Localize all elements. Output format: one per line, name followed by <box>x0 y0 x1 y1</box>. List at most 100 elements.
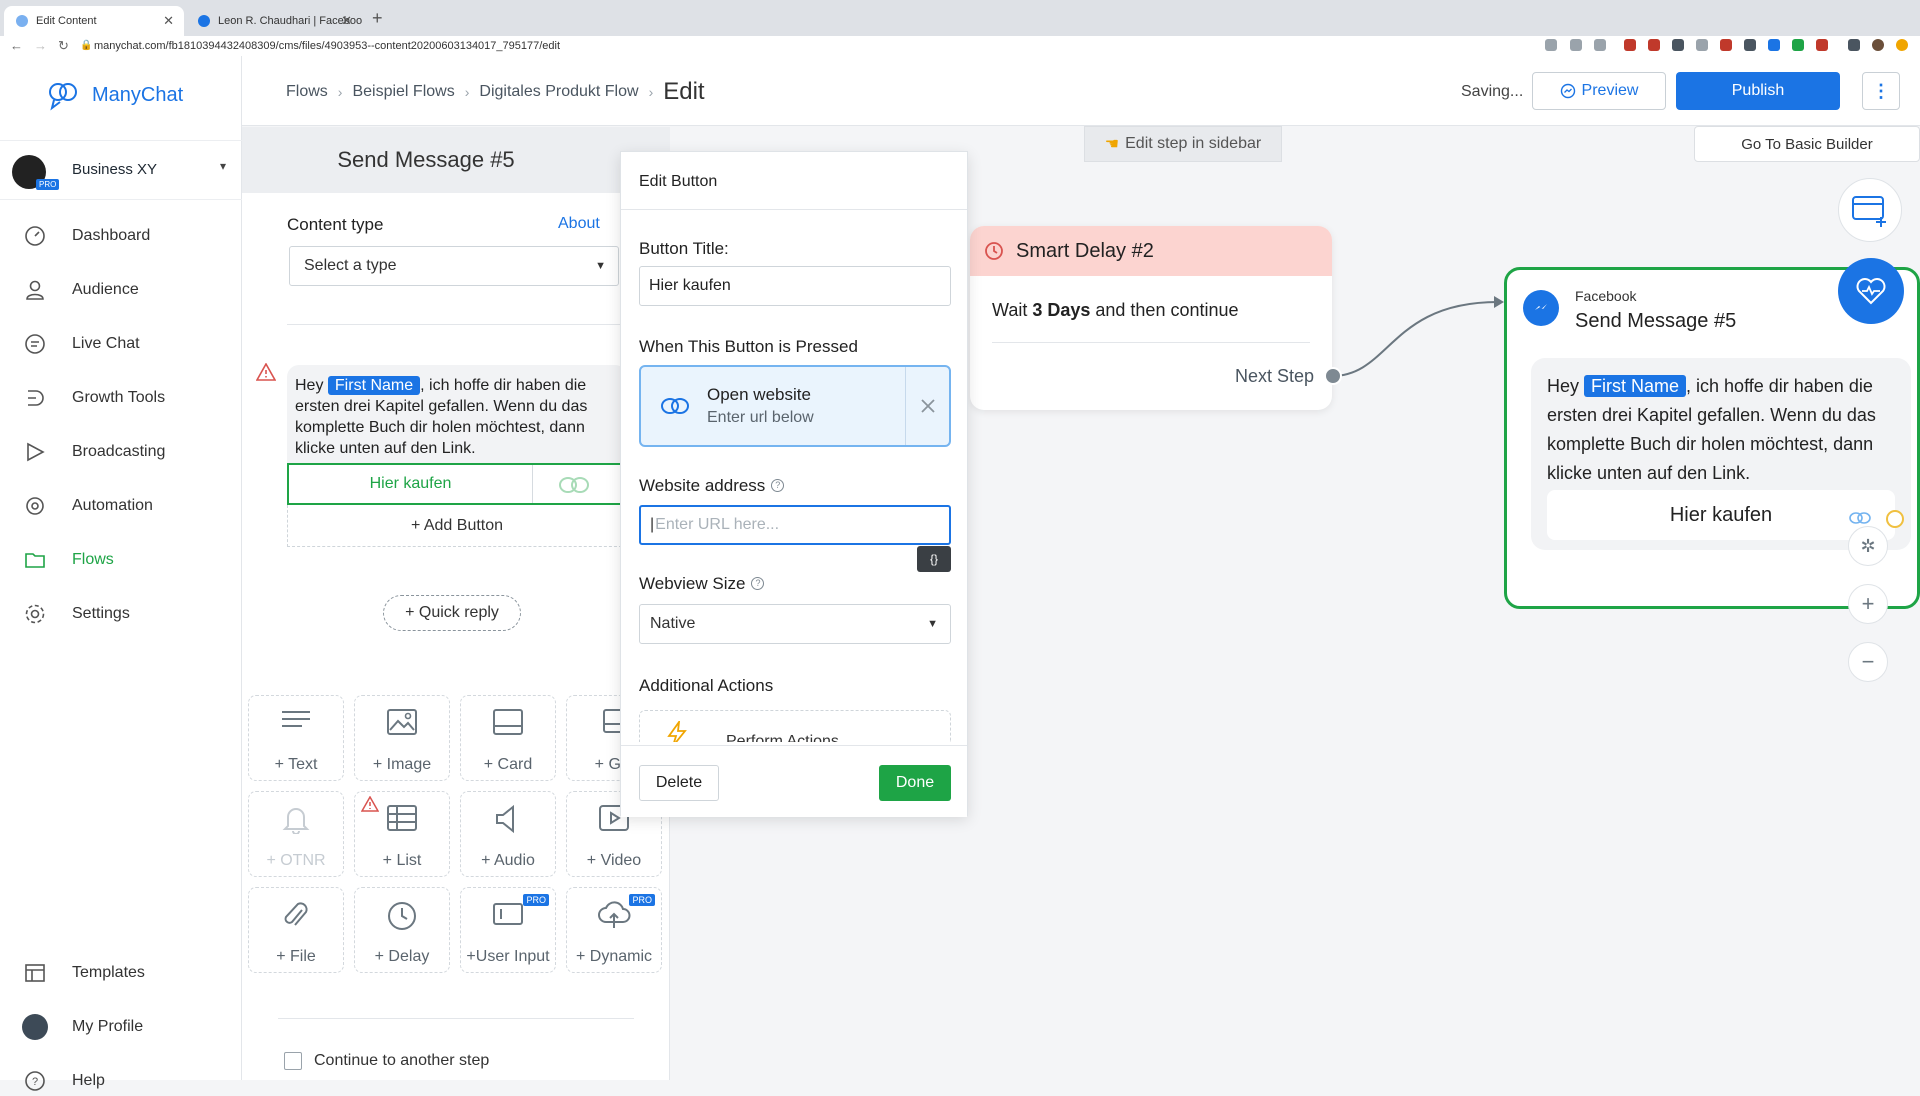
sidebar-item-growth-tools[interactable]: Growth Tools <box>22 383 165 413</box>
preview-button[interactable]: Preview <box>1532 72 1666 110</box>
publish-button[interactable]: Publish <box>1676 72 1840 110</box>
add-user-input-tile[interactable]: PRO +User Input <box>460 887 556 973</box>
card-icon <box>493 709 523 735</box>
perform-actions-button[interactable]: Perform Actions <box>639 710 951 742</box>
add-dynamic-tile[interactable]: PRO + Dynamic <box>566 887 662 973</box>
reload-icon[interactable]: ↻ <box>58 36 69 56</box>
help-icon: ? <box>22 1068 48 1094</box>
webview-size-select[interactable]: Native ▼ <box>639 604 951 644</box>
help-icon[interactable]: ? <box>751 577 765 590</box>
tab-close-icon[interactable]: ✕ <box>163 6 174 36</box>
message-text-block[interactable]: Hey First Name, ich hoffe dir haben die … <box>287 365 627 465</box>
delete-button[interactable]: Delete <box>639 765 719 801</box>
sidebar-item-broadcasting[interactable]: Broadcasting <box>22 437 165 467</box>
remove-action-button[interactable] <box>905 367 949 445</box>
tab-facebook[interactable]: Leon R. Chaudhari | Facebook ✕ <box>186 6 362 36</box>
open-website-action[interactable]: Open website Enter url below <box>639 365 951 447</box>
continue-checkbox[interactable] <box>284 1052 302 1070</box>
next-step-connector-handle[interactable] <box>1324 367 1342 385</box>
about-link[interactable]: About <box>558 215 600 233</box>
zoom-in-button[interactable]: + <box>1848 584 1888 624</box>
website-url-input[interactable]: | Enter URL here... <box>639 505 951 545</box>
sidebar-item-templates[interactable]: Templates <box>22 958 145 988</box>
button-connector-handle[interactable] <box>1886 510 1904 528</box>
profile-avatar[interactable] <box>1872 39 1884 51</box>
breadcrumb-flow[interactable]: Digitales Produkt Flow <box>479 83 638 101</box>
update-icon[interactable] <box>1896 39 1908 51</box>
new-tab-icon[interactable]: + <box>372 8 383 29</box>
health-check-button[interactable] <box>1838 258 1904 324</box>
sidebar-item-label: Settings <box>72 605 130 622</box>
preview-label: Preview <box>1581 82 1639 99</box>
message-button[interactable]: Hier kaufen <box>1547 490 1895 540</box>
logo[interactable]: ManyChat <box>46 78 183 112</box>
clock-icon <box>985 242 1003 260</box>
send-icon <box>22 439 48 465</box>
perform-actions-label: Perform Actions <box>726 733 839 742</box>
insert-variable-button[interactable]: {} <box>917 546 951 572</box>
extension-icon[interactable] <box>1720 39 1732 51</box>
add-image-tile[interactable]: + Image <box>354 695 450 781</box>
sidebar-item-help[interactable]: ? Help <box>22 1066 105 1096</box>
help-icon[interactable]: ? <box>771 479 785 492</box>
extension-icon[interactable] <box>1792 39 1804 51</box>
action-title: Open website <box>707 385 811 404</box>
add-card-tile[interactable]: + Card <box>460 695 556 781</box>
sidebar-item-my-profile[interactable]: My Profile <box>22 1012 143 1042</box>
growth-icon <box>22 385 48 411</box>
back-icon[interactable]: ← <box>10 36 23 56</box>
breadcrumb-beispiel-flows[interactable]: Beispiel Flows <box>352 83 454 101</box>
edit-button-modal: Edit Button Button Title: Hier kaufen Wh… <box>620 151 968 817</box>
star-icon[interactable] <box>1594 39 1606 51</box>
add-audio-tile[interactable]: + Audio <box>460 791 556 877</box>
extension-icon[interactable] <box>1648 39 1660 51</box>
translate-icon[interactable] <box>1545 39 1557 51</box>
extension-icon[interactable] <box>1816 39 1828 51</box>
content-type-select[interactable]: Select a type ▼ <box>289 246 619 286</box>
add-button[interactable]: + Add Button <box>287 505 627 547</box>
sidebar-item-live-chat[interactable]: Live Chat <box>22 329 140 359</box>
more-options-icon[interactable]: ⋮ <box>1862 72 1900 110</box>
zoom-out-button[interactable]: − <box>1848 642 1888 682</box>
sidebar-item-audience[interactable]: Audience <box>22 275 139 305</box>
extension-icon[interactable] <box>1624 39 1636 51</box>
quick-reply-button[interactable]: + Quick reply <box>383 595 521 631</box>
sidebar-item-flows[interactable]: Flows <box>22 545 114 575</box>
add-otnr-tile[interactable]: + OTNR <box>248 791 344 877</box>
sidebar-item-automation[interactable]: Automation <box>22 491 153 521</box>
delay-prefix: Wait <box>992 300 1033 320</box>
smart-delay-node[interactable]: Smart Delay #2 Wait 3 Days and then cont… <box>970 226 1332 410</box>
first-name-chip[interactable]: First Name <box>327 376 421 395</box>
reading-list-icon[interactable] <box>1848 39 1860 51</box>
forward-icon[interactable]: → <box>34 36 47 56</box>
add-content-button[interactable] <box>1838 178 1902 242</box>
minus-icon: − <box>1861 649 1875 674</box>
message-button-label[interactable]: Hier kaufen <box>289 465 533 503</box>
zoom-icon[interactable] <box>1570 39 1582 51</box>
text-icon <box>282 711 310 727</box>
extension-icon[interactable] <box>1672 39 1684 51</box>
magic-wand-button[interactable]: ✲ <box>1848 526 1888 566</box>
add-file-tile[interactable]: + File <box>248 887 344 973</box>
extension-icon[interactable] <box>1768 39 1780 51</box>
tab-strip: Edit Content ✕ Leon R. Chaudhari | Faceb… <box>0 0 1920 36</box>
chevron-right-icon: › <box>464 84 470 100</box>
breadcrumb-flows[interactable]: Flows <box>286 83 328 101</box>
extension-icon[interactable] <box>1744 39 1756 51</box>
address-bar[interactable]: manychat.com/fb181039443240830​9/cms/fil… <box>94 37 560 55</box>
done-button[interactable]: Done <box>879 765 951 801</box>
extension-icon[interactable] <box>1696 39 1708 51</box>
add-text-tile[interactable]: + Text <box>248 695 344 781</box>
basic-builder-button[interactable]: Go To Basic Builder <box>1694 126 1920 162</box>
browser-chrome: Edit Content ✕ Leon R. Chaudhari | Faceb… <box>0 0 1920 56</box>
tile-label: + Delay <box>374 948 430 965</box>
button-title-input[interactable]: Hier kaufen <box>639 266 951 306</box>
add-delay-tile[interactable]: + Delay <box>354 887 450 973</box>
message-button-row[interactable]: Hier kaufen <box>287 463 627 505</box>
account-switcher[interactable]: PRO Business XY ▾ <box>0 140 242 200</box>
sidebar-item-settings[interactable]: Settings <box>22 599 130 629</box>
add-list-tile[interactable]: + List <box>354 791 450 877</box>
tab-close-icon[interactable]: ✕ <box>341 6 352 36</box>
sidebar-item-dashboard[interactable]: Dashboard <box>22 221 150 251</box>
tab-edit-content[interactable]: Edit Content ✕ <box>4 6 184 36</box>
